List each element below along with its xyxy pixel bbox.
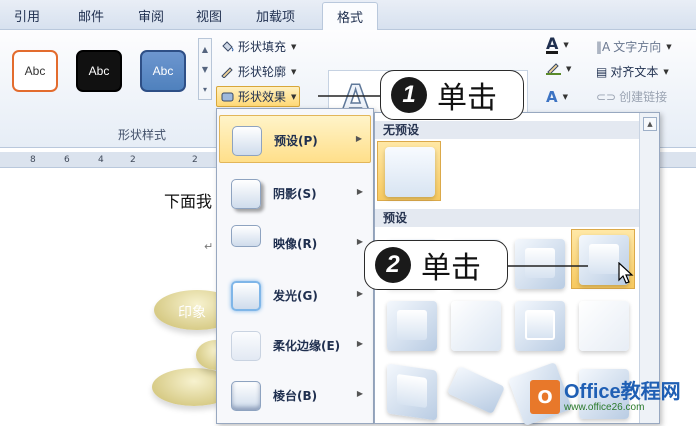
callout-text-1: 单击 — [437, 81, 497, 116]
callout-step-1: 1 单击 — [380, 70, 524, 120]
watermark-title: Office教程网 — [564, 380, 681, 403]
callout-text-2: 单击 — [421, 251, 481, 286]
office-logo-icon: O — [530, 380, 560, 414]
mouse-cursor-icon — [618, 262, 634, 284]
callout-step-2: 2 单击 — [364, 240, 508, 290]
watermark: O Office教程网 www.office26.com — [530, 374, 692, 420]
watermark-url: www.office26.com — [564, 401, 645, 413]
step-number-2: 2 — [375, 247, 411, 283]
callout-connectors — [318, 95, 588, 267]
step-number-1: 1 — [391, 77, 427, 113]
